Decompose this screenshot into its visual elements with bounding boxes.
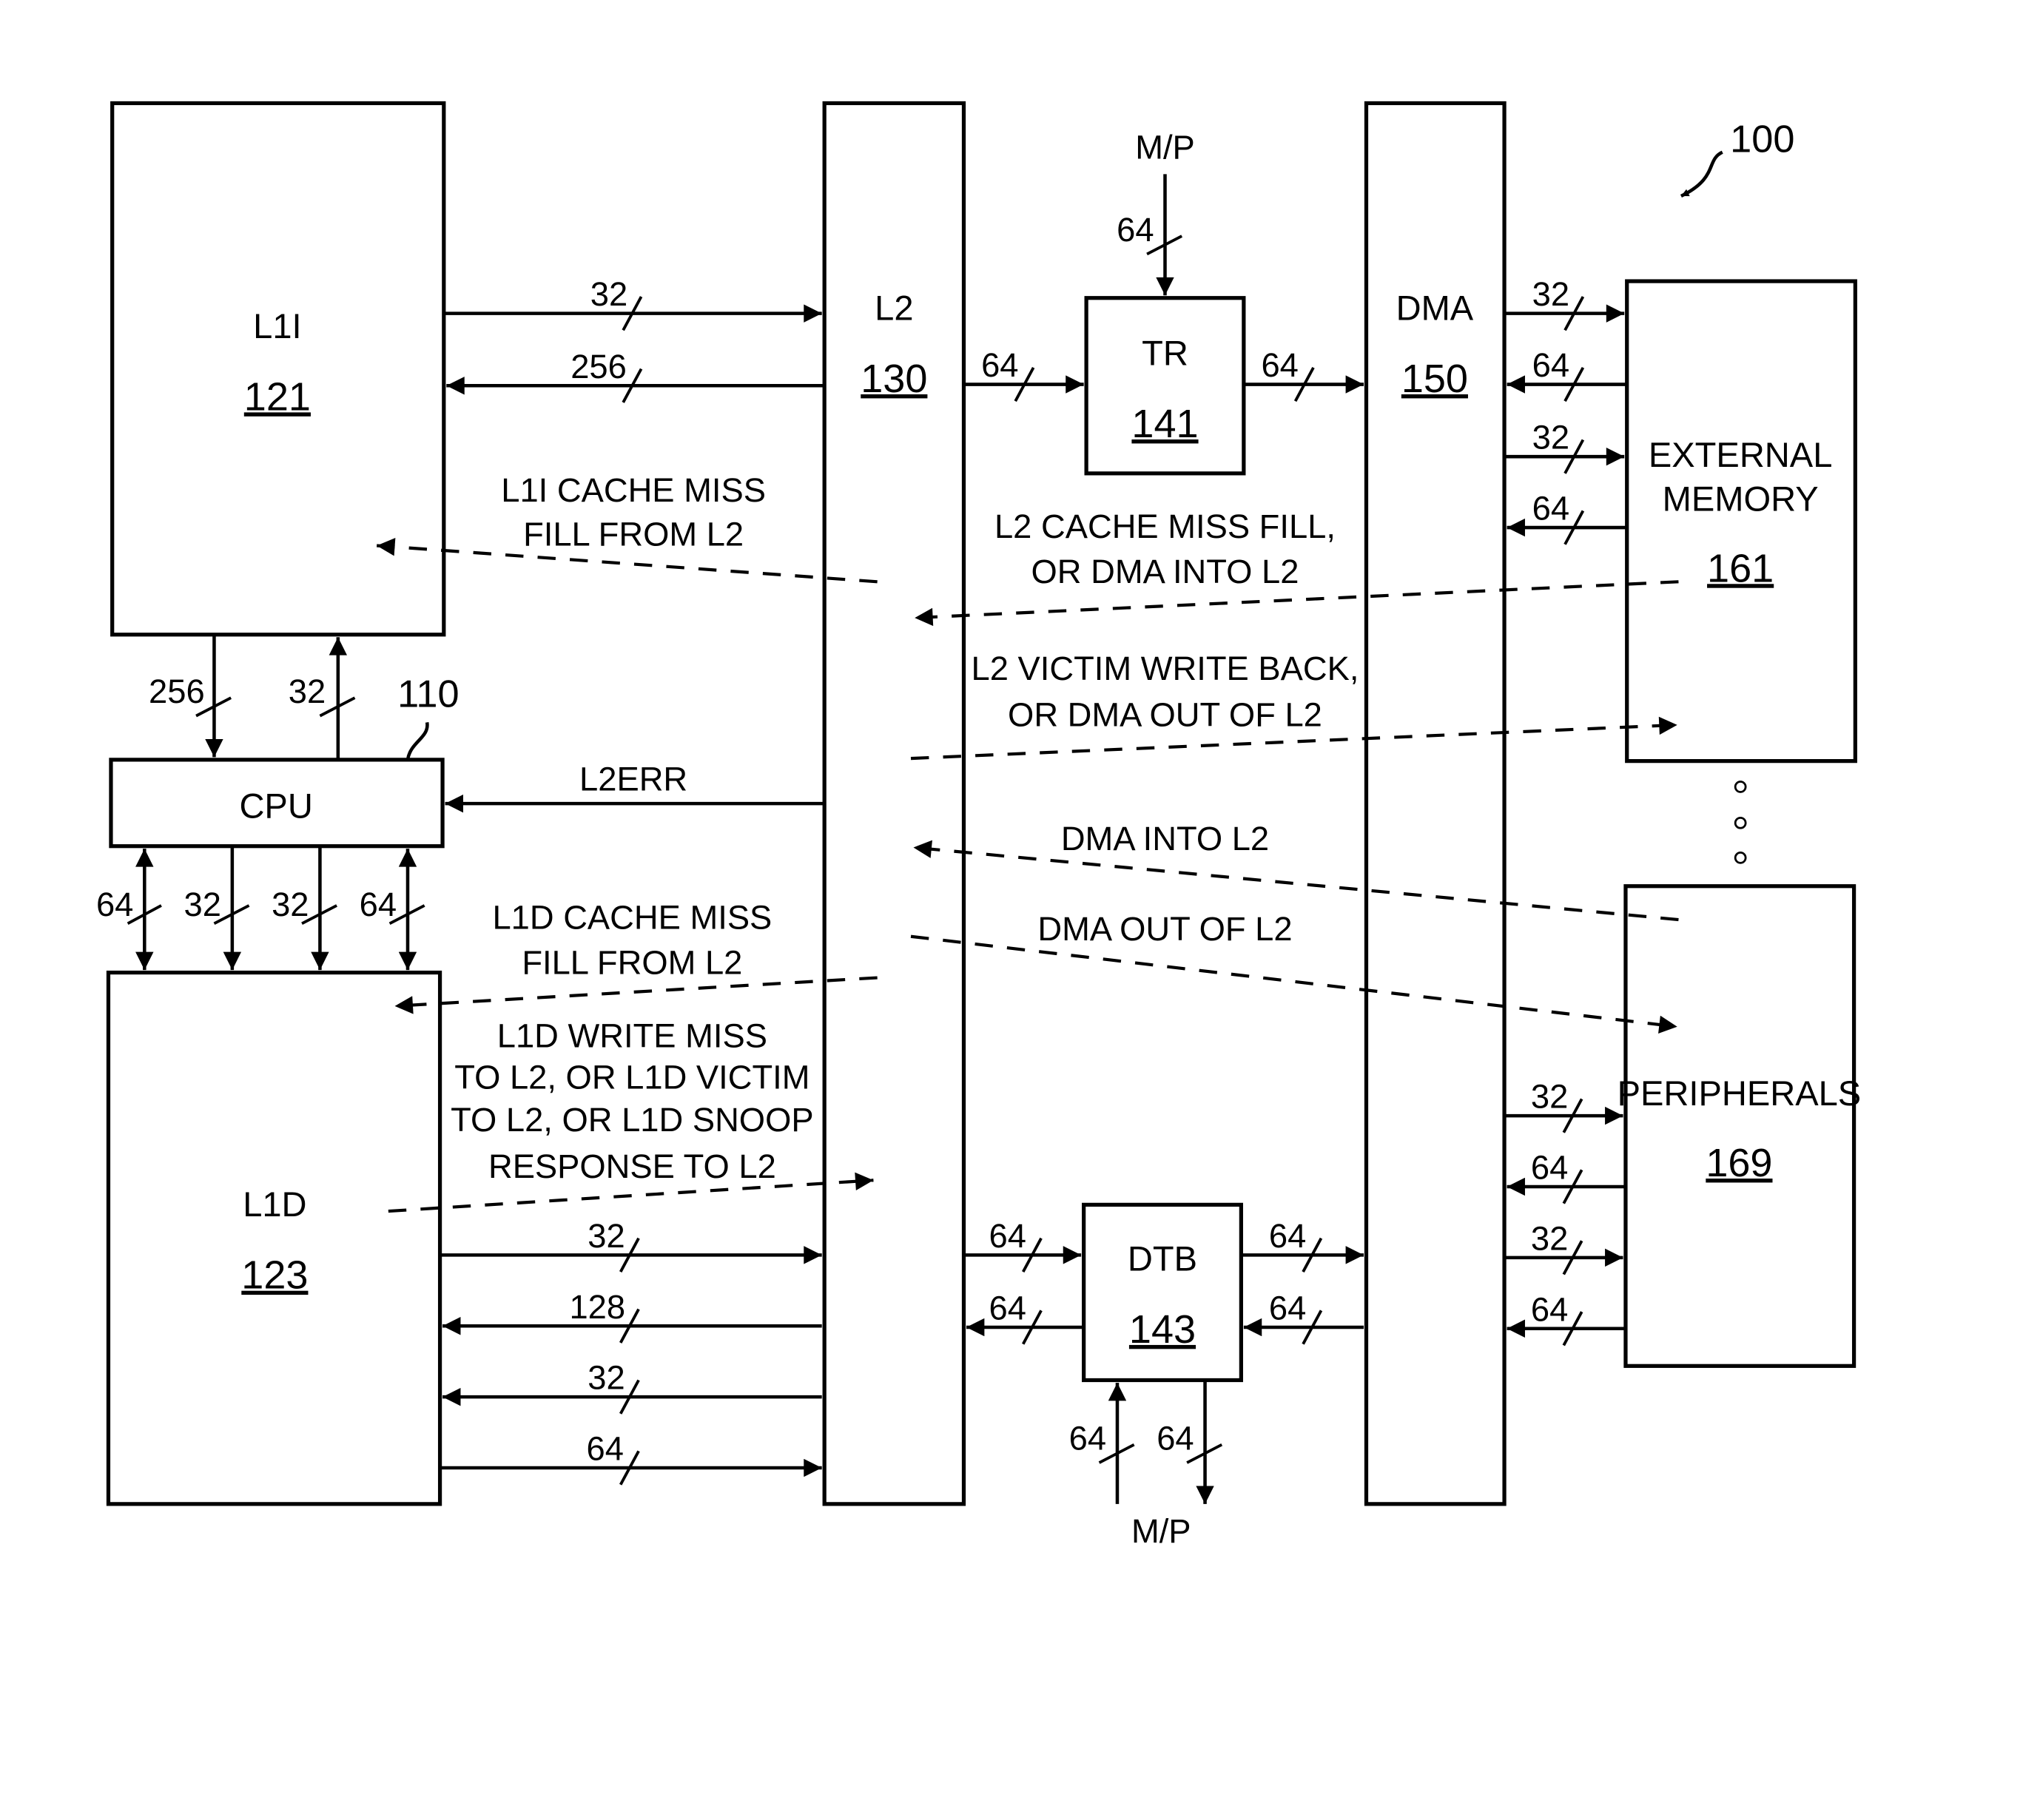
- bus-l1d-l2: 32 128 32 64: [440, 1217, 822, 1486]
- cpu-name: CPU: [239, 786, 312, 825]
- bus-width-l1d-to-l2-a: 32: [588, 1217, 625, 1255]
- bus-l2err: L2ERR: [445, 761, 825, 813]
- bus-width-dtb-to-l2: 64: [989, 1290, 1026, 1327]
- peripherals-name: PERIPHERALS: [1618, 1074, 1862, 1113]
- flow-l1d-fill: L1D CACHE MISS FILL FROM L2: [394, 898, 878, 1014]
- bus-width-ext-to-dma-2: 64: [1532, 490, 1569, 528]
- l1d-write-line2: TO L2, OR L1D VICTIM: [454, 1058, 809, 1096]
- bus-width-dtb-to-dma: 64: [1269, 1217, 1306, 1255]
- dma-ref: 150: [1401, 357, 1468, 401]
- bus-width-dma-to-per-1: 32: [1531, 1078, 1568, 1116]
- bus-width-l2-to-l1d-b: 32: [588, 1359, 625, 1397]
- l1i-fill-line2: FILL FROM L2: [523, 515, 744, 553]
- l1d-write-line3: TO L2, OR L1D SNOOP: [451, 1101, 813, 1139]
- dma-out-label: DMA OUT OF L2: [1037, 910, 1292, 948]
- flow-l2-victim: L2 VICTIM WRITE BACK, OR DMA OUT OF L2: [910, 650, 1677, 761]
- bus-width-dma-to-ext-1: 32: [1532, 275, 1569, 313]
- l2-ref: 130: [861, 357, 927, 401]
- dma-name: DMA: [1396, 288, 1474, 327]
- tr-ref: 141: [1131, 402, 1198, 446]
- l2-victim-line1: L2 VICTIM WRITE BACK,: [972, 650, 1359, 687]
- external-memory-name-1: EXTERNAL: [1649, 435, 1832, 474]
- cpu-ref-leader: [405, 721, 429, 761]
- figure-ref: 100: [1680, 118, 1794, 198]
- bus-width-cpu-to-l1i: 32: [289, 673, 326, 710]
- bus-width-tr-to-dma: 64: [1261, 346, 1298, 384]
- mp-bottom-label: M/P: [1131, 1512, 1191, 1550]
- dma-into-label: DMA INTO L2: [1061, 820, 1269, 857]
- l2-fill-line2: OR DMA INTO L2: [1031, 553, 1299, 590]
- bus-width-cpu-l1d-4: 64: [360, 886, 397, 923]
- peripherals-block: PERIPHERALS 169: [1618, 884, 1862, 1368]
- bus-width-cpu-l1d-2: 32: [184, 886, 221, 923]
- bus-width-l2-to-dtb: 64: [989, 1217, 1026, 1255]
- l2-block: L2 130: [822, 101, 966, 1506]
- cpu-ref: 110: [397, 673, 459, 715]
- mp-top-label: M/P: [1135, 128, 1195, 166]
- l1d-name: L1D: [243, 1184, 306, 1224]
- l1d-fill-line1: L1D CACHE MISS: [492, 898, 772, 936]
- bus-width-per-to-dma-1: 64: [1531, 1149, 1568, 1187]
- bus-l1i-cpu: 256 32: [149, 634, 356, 760]
- bus-width-l2-to-l1d-a: 128: [569, 1288, 625, 1326]
- ellipsis-dots: [1734, 781, 1747, 864]
- external-memory-ref: 161: [1707, 546, 1774, 590]
- l2-fill-line1: L2 CACHE MISS FILL,: [994, 508, 1336, 545]
- tr-name: TR: [1142, 333, 1188, 372]
- dtb-ref: 143: [1129, 1307, 1196, 1352]
- tr-block: TR 141: [1084, 296, 1246, 476]
- bus-width-l1i-to-cpu: 256: [149, 673, 205, 710]
- bus-width-mp-to-tr: 64: [1117, 211, 1154, 249]
- flow-dma-out: DMA OUT OF L2: [910, 910, 1677, 1034]
- l1d-ref: 123: [241, 1253, 308, 1298]
- l1i-name: L1I: [253, 306, 301, 346]
- bus-width-l2-to-l1i: 256: [570, 348, 627, 385]
- bus-l1i-l2: 32 256: [443, 275, 825, 403]
- figure-ref-arrow: [1680, 150, 1723, 198]
- flow-l1d-write: L1D WRITE MISS TO L2, OR L1D VICTIM TO L…: [388, 1017, 874, 1213]
- bus-width-l1i-to-l2: 32: [590, 275, 627, 313]
- bus-width-mp-to-dtb: 64: [1069, 1420, 1106, 1457]
- bus-width-per-to-dma-2: 64: [1531, 1290, 1568, 1328]
- bus-dma-external-memory: 32 64 32 64: [1504, 275, 1627, 545]
- dma-block: DMA 150: [1364, 101, 1507, 1506]
- flow-l1i-fill: L1I CACHE MISS FILL FROM L2: [376, 471, 878, 584]
- bus-width-dma-to-per-2: 32: [1531, 1219, 1568, 1257]
- l1i-fill-line1: L1I CACHE MISS: [501, 471, 766, 509]
- bus-width-l1d-to-l2-b: 64: [587, 1430, 624, 1468]
- flow-dma-into: DMA INTO L2: [913, 820, 1679, 922]
- l1d-fill-line2: FILL FROM L2: [522, 943, 742, 981]
- memory-system-block-diagram: L1I 121 L2 130 TR 141 DMA 150 EXTERNAL M…: [96, 101, 1862, 1550]
- bus-width-ext-to-dma-1: 64: [1532, 346, 1569, 384]
- bus-width-dma-to-dtb: 64: [1269, 1290, 1306, 1327]
- figure-ref-label: 100: [1730, 118, 1794, 161]
- dtb-name: DTB: [1128, 1238, 1197, 1278]
- l2-victim-line2: OR DMA OUT OF L2: [1008, 696, 1322, 734]
- bus-width-dtb-to-mp: 64: [1157, 1420, 1194, 1457]
- dtb-block: DTB 143: [1082, 1202, 1243, 1383]
- bus-cpu-l1d: 64 32 32 64: [96, 846, 425, 971]
- l1d-write-line1: L1D WRITE MISS: [497, 1017, 767, 1055]
- l1i-block: L1I 121: [110, 101, 446, 637]
- bus-width-cpu-l1d-1: 64: [96, 886, 133, 923]
- l2err-label: L2ERR: [579, 761, 687, 798]
- bus-width-cpu-l1d-3: 32: [272, 886, 309, 923]
- external-memory-name-2: MEMORY: [1663, 479, 1819, 518]
- peripherals-ref: 169: [1706, 1141, 1772, 1185]
- bus-width-l2-to-tr: 64: [981, 346, 1018, 384]
- bus-width-dma-to-ext-2: 32: [1532, 419, 1569, 456]
- external-memory-block: EXTERNAL MEMORY 161: [1625, 279, 1857, 764]
- l1i-ref: 121: [244, 374, 311, 419]
- l1d-block: L1D 123: [106, 970, 442, 1506]
- l2-name: L2: [875, 288, 913, 327]
- l1d-write-line4: RESPONSE TO L2: [488, 1147, 776, 1185]
- bus-dma-peripherals: 32 64 32 64: [1504, 1078, 1626, 1347]
